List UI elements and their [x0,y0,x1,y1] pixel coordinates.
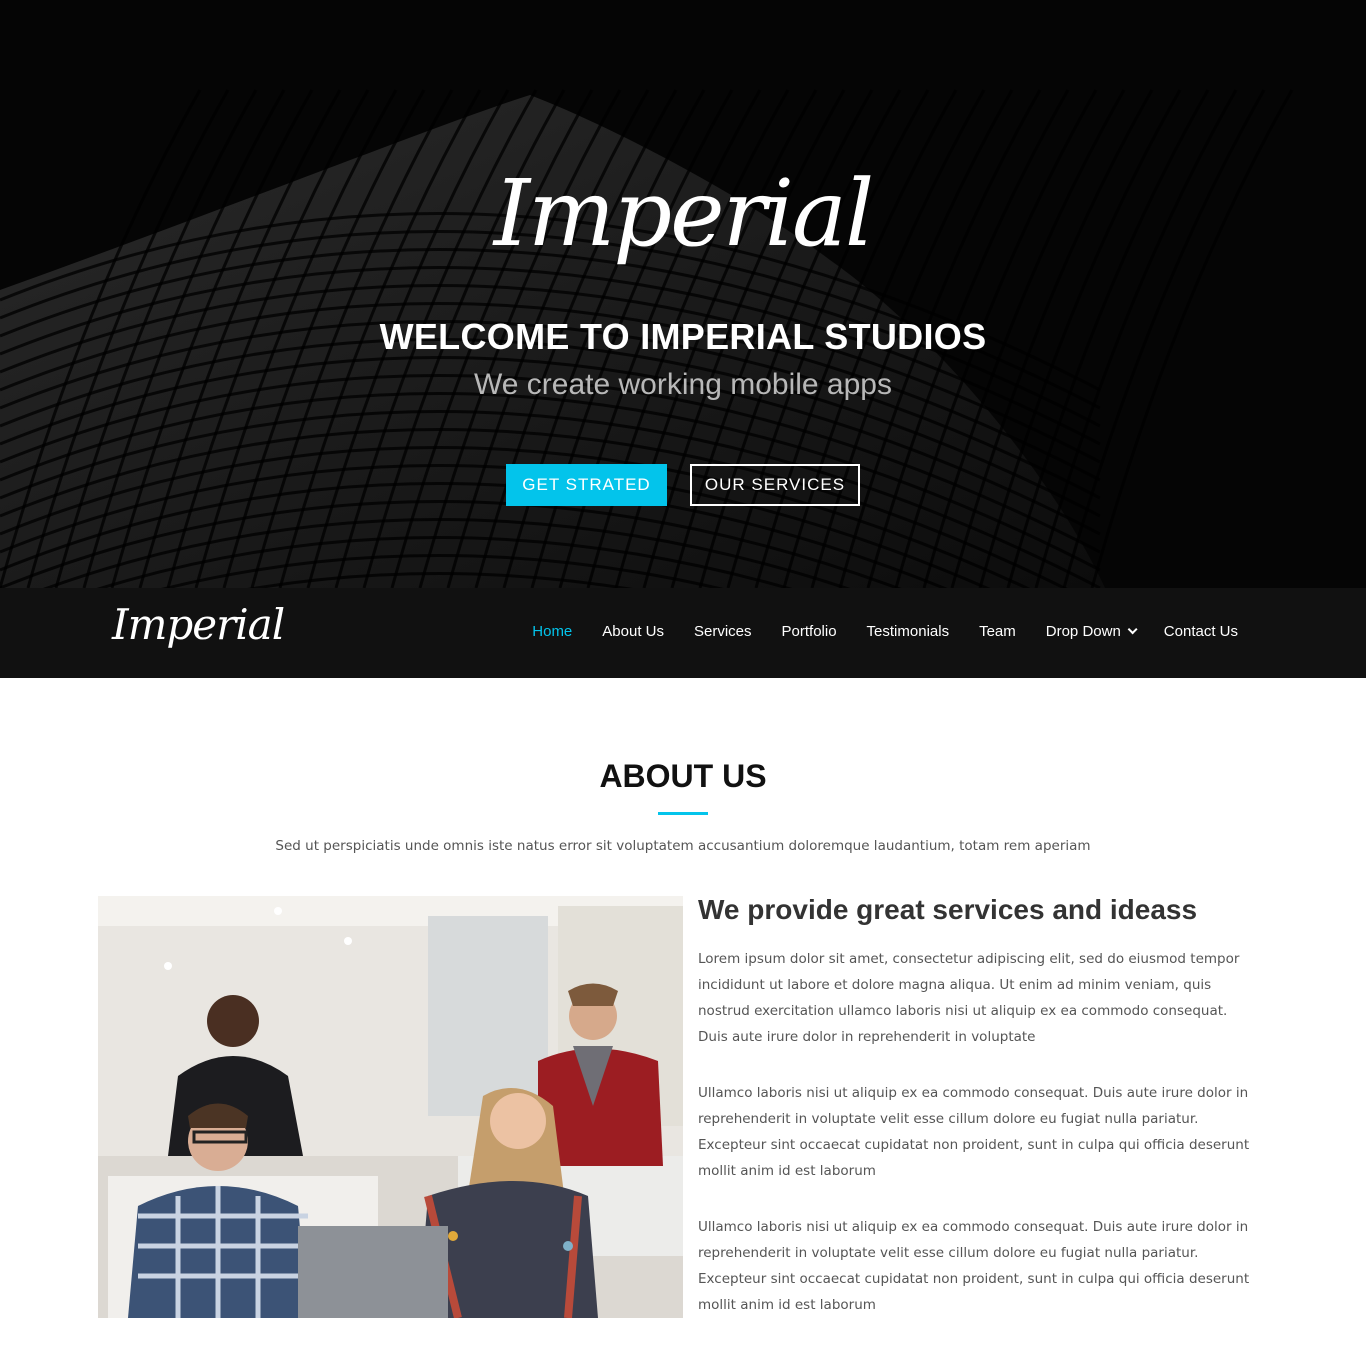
about-heading: We provide great services and ideass [698,894,1198,925]
nav-item-team[interactable]: Team [979,623,1016,640]
nav-item-home[interactable]: Home [532,623,572,640]
building-background-image [0,89,1294,588]
nav-item-about-us[interactable]: About Us [602,623,664,640]
nav-menu: Home About Us Services Portfolio Testimo… [502,623,1238,640]
team-meeting-photo [98,896,683,1318]
about-lead-text: Sed ut perspiciatis unde omnis iste natu… [275,838,1091,854]
about-paragraph: Ullamco laboris nisi ut aliquip ex ea co… [698,1219,1250,1313]
nav-item-label: Contact Us [1163,623,1238,640]
our-services-button[interactable]: OUR SERVICES [690,464,860,506]
nav-logo[interactable]: Imperial [112,600,285,649]
hero-section: Imperial WELCOME TO IMPERIAL STUDIOS We … [0,0,1366,588]
nav-item-portfolio[interactable]: Portfolio [782,623,837,640]
title-divider [658,812,708,815]
nav-item-label: Team [979,623,1016,640]
about-paragraph: Ullamco laboris nisi ut aliquip ex ea co… [698,1085,1250,1179]
nav-item-label: Portfolio [781,623,837,640]
nav-item-services[interactable]: Services [694,623,752,640]
about-title: ABOUT US [599,758,767,794]
hero-logo: Imperial [493,160,875,267]
about-section: ABOUT US Sed ut perspiciatis unde omnis … [0,678,1366,1318]
main-navbar: Imperial Home About Us Services Portfoli… [0,588,1366,678]
nav-item-label: About Us [602,623,664,640]
nav-item-label: Services [693,623,752,640]
nav-item-label: Testimonials [866,623,950,640]
chevron-down-icon [1127,624,1138,635]
get-started-button[interactable]: GET STRATED [506,464,667,506]
nav-item-drop-down[interactable]: Drop Down [1045,623,1138,640]
about-content: We provide great services and ideass Lor… [698,894,1258,1348]
nav-item-contact-us[interactable]: Contact Us [1164,623,1238,640]
nav-item-testimonials[interactable]: Testimonials [867,623,950,640]
nav-item-label: Drop Down [1045,623,1121,640]
hero-subtitle: We create working mobile apps [474,368,892,401]
nav-item-label: Home [532,623,573,640]
about-paragraph: Lorem ipsum dolor sit amet, consectetur … [698,951,1240,1045]
hero-title: WELCOME TO IMPERIAL STUDIOS [379,316,987,357]
